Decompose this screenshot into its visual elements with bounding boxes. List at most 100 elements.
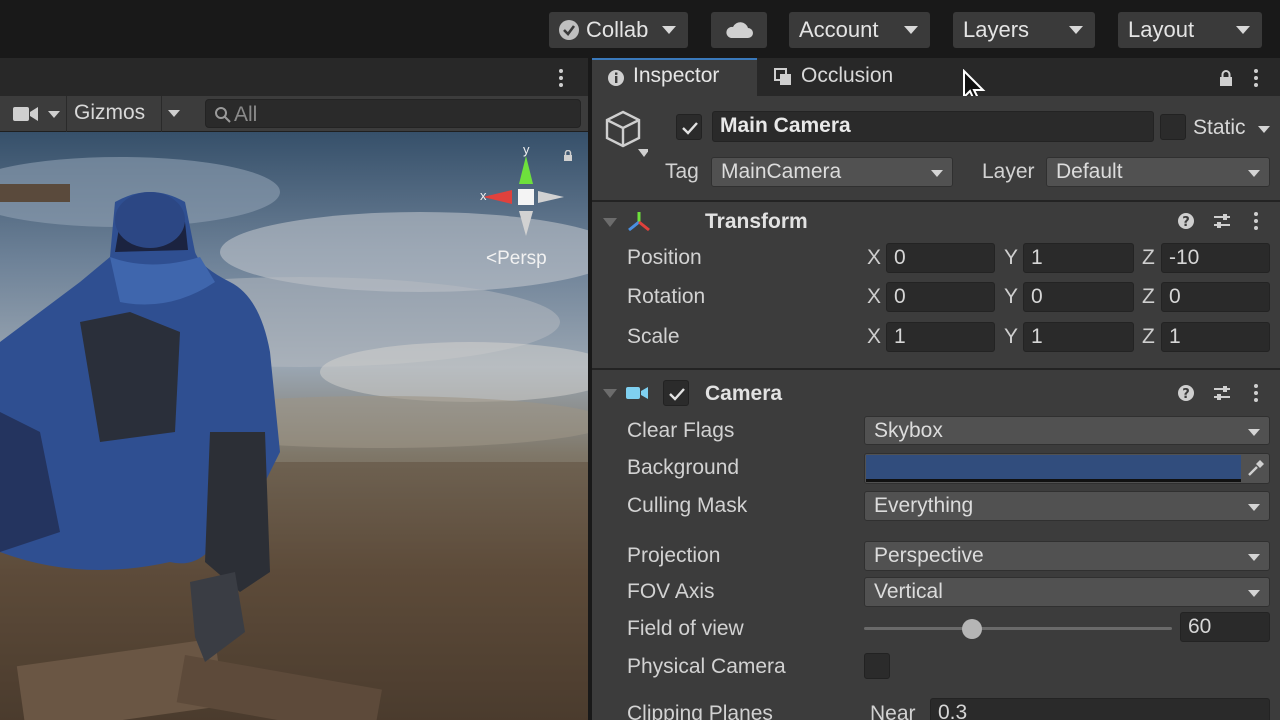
component-menu-icon[interactable]: [1254, 212, 1258, 230]
position-label: Position: [627, 246, 702, 269]
background-color-field[interactable]: [864, 453, 1270, 484]
chevron-down-icon: [904, 26, 918, 34]
rotation-z-field[interactable]: 0: [1161, 282, 1270, 312]
layers-dropdown[interactable]: Layers: [953, 12, 1095, 48]
inspector-panel: Main Camera Static Tag MainCamera Layer …: [592, 96, 1280, 720]
fov-axis-label: FOV Axis: [627, 580, 715, 603]
position-x-field[interactable]: 0: [886, 243, 995, 273]
fov-slider[interactable]: [864, 615, 1172, 643]
position-y-axis-label[interactable]: Y: [1004, 246, 1018, 270]
gizmos-button[interactable]: Gizmos: [67, 96, 189, 132]
lock-icon[interactable]: [562, 150, 574, 162]
preset-sliders-icon[interactable]: [1212, 384, 1232, 402]
fold-arrow-icon: [603, 218, 617, 227]
scale-x-field[interactable]: 1: [886, 322, 995, 352]
gizmos-divider: [161, 96, 162, 132]
camera-enabled-checkbox[interactable]: [663, 380, 689, 406]
physical-camera-label: Physical Camera: [627, 655, 786, 678]
tab-occlusion-label: Occlusion: [801, 64, 894, 87]
rotation-z-axis-label[interactable]: Z: [1142, 285, 1155, 309]
static-dropdown[interactable]: Static: [1192, 114, 1272, 142]
lock-icon[interactable]: [1219, 70, 1233, 86]
camera-settings-button[interactable]: [6, 100, 66, 128]
help-icon[interactable]: ?: [1177, 212, 1195, 230]
inspector-menu-icon[interactable]: [1254, 69, 1258, 87]
static-checkbox[interactable]: [1160, 114, 1186, 140]
position-z-field[interactable]: -10: [1161, 243, 1270, 273]
culling-mask-dropdown[interactable]: Everything: [864, 491, 1270, 521]
help-icon[interactable]: ?: [1177, 384, 1195, 402]
scale-x-axis-label[interactable]: X: [867, 325, 881, 349]
static-label: Static: [1193, 116, 1246, 139]
rotation-x-axis-label[interactable]: X: [867, 285, 881, 309]
eyedropper-icon[interactable]: [1246, 458, 1266, 478]
chevron-down-icon[interactable]: [168, 110, 180, 117]
projection-dropdown[interactable]: Perspective: [864, 541, 1270, 571]
tab-occlusion[interactable]: Occlusion: [760, 58, 920, 96]
background-color-swatch: [866, 455, 1241, 479]
scene-search-input[interactable]: All: [205, 99, 581, 128]
cloud-button[interactable]: [711, 12, 767, 48]
rotation-y-axis-label[interactable]: Y: [1004, 285, 1018, 309]
scene-toolbar: Gizmos All: [0, 96, 590, 132]
layer-dropdown[interactable]: Default: [1046, 157, 1270, 187]
collab-button[interactable]: Collab: [549, 12, 688, 48]
position-z-axis-label[interactable]: Z: [1142, 246, 1155, 270]
component-menu-icon[interactable]: [1254, 384, 1258, 402]
camera-header[interactable]: Camera ?: [592, 372, 1280, 414]
scene-viewport[interactable]: y x <Persp: [0, 132, 588, 720]
object-name-input[interactable]: Main Camera: [712, 111, 1154, 142]
position-x-axis-label[interactable]: X: [867, 246, 881, 270]
projection-value: Perspective: [874, 544, 984, 567]
chevron-down-icon: [48, 111, 60, 118]
preset-sliders-icon[interactable]: [1212, 212, 1232, 230]
rotation-x-field[interactable]: 0: [886, 282, 995, 312]
position-y-field[interactable]: 1: [1023, 243, 1134, 273]
search-placeholder: All: [234, 103, 258, 126]
camera-component-icon: [626, 387, 648, 399]
transform-title: Transform: [705, 210, 808, 233]
chevron-down-icon: [1236, 26, 1250, 34]
scale-z-field[interactable]: 1: [1161, 322, 1270, 352]
chevron-down-icon: [1248, 170, 1260, 177]
transform-icon: [628, 212, 650, 232]
main-toolbar: Collab Account Layers Layout: [0, 0, 1280, 58]
gameobject-cube-icon: [605, 110, 648, 157]
clear-flags-dropdown[interactable]: Skybox: [864, 416, 1270, 445]
fov-axis-dropdown[interactable]: Vertical: [864, 577, 1270, 607]
scale-y-axis-label[interactable]: Y: [1004, 325, 1018, 349]
persp-toggle[interactable]: <Persp: [486, 248, 547, 270]
checkmark-icon: [669, 388, 685, 401]
inspector-tab-bar: Inspector Occlusion: [592, 58, 1280, 104]
account-dropdown[interactable]: Account: [789, 12, 930, 48]
color-swatch-bottom-bar: [866, 479, 1241, 482]
scene-menu-icon[interactable]: [559, 69, 563, 87]
chevron-down-icon: [1248, 554, 1260, 561]
scale-y-field[interactable]: 1: [1023, 322, 1134, 352]
fov-slider-thumb[interactable]: [962, 619, 982, 639]
scale-z-axis-label[interactable]: Z: [1142, 325, 1155, 349]
chevron-down-icon: [1248, 590, 1260, 597]
clear-flags-label: Clear Flags: [627, 419, 735, 442]
active-checkbox[interactable]: [676, 114, 702, 140]
clear-flags-value: Skybox: [874, 419, 943, 442]
fov-value-field[interactable]: 60: [1180, 612, 1270, 642]
fold-arrow-icon: [603, 389, 617, 398]
tag-label: Tag: [665, 160, 699, 183]
chevron-down-icon: [1069, 26, 1083, 34]
tag-dropdown[interactable]: MainCamera: [711, 157, 953, 187]
physical-camera-checkbox[interactable]: [864, 653, 890, 679]
layout-label: Layout: [1128, 17, 1195, 42]
occlusion-icon: [774, 68, 791, 85]
tab-inspector[interactable]: Inspector: [592, 58, 757, 96]
orientation-gizmo[interactable]: y x: [478, 142, 572, 242]
projection-label: Projection: [627, 544, 721, 567]
tag-value: MainCamera: [721, 160, 842, 183]
transform-header[interactable]: Transform ?: [592, 202, 1280, 242]
near-field[interactable]: 0.3: [930, 698, 1270, 720]
tab-inspector-label: Inspector: [633, 64, 720, 87]
rotation-y-field[interactable]: 0: [1023, 282, 1134, 312]
fov-axis-value: Vertical: [874, 580, 943, 603]
chevron-down-icon: [662, 26, 676, 34]
layout-dropdown[interactable]: Layout: [1118, 12, 1262, 48]
